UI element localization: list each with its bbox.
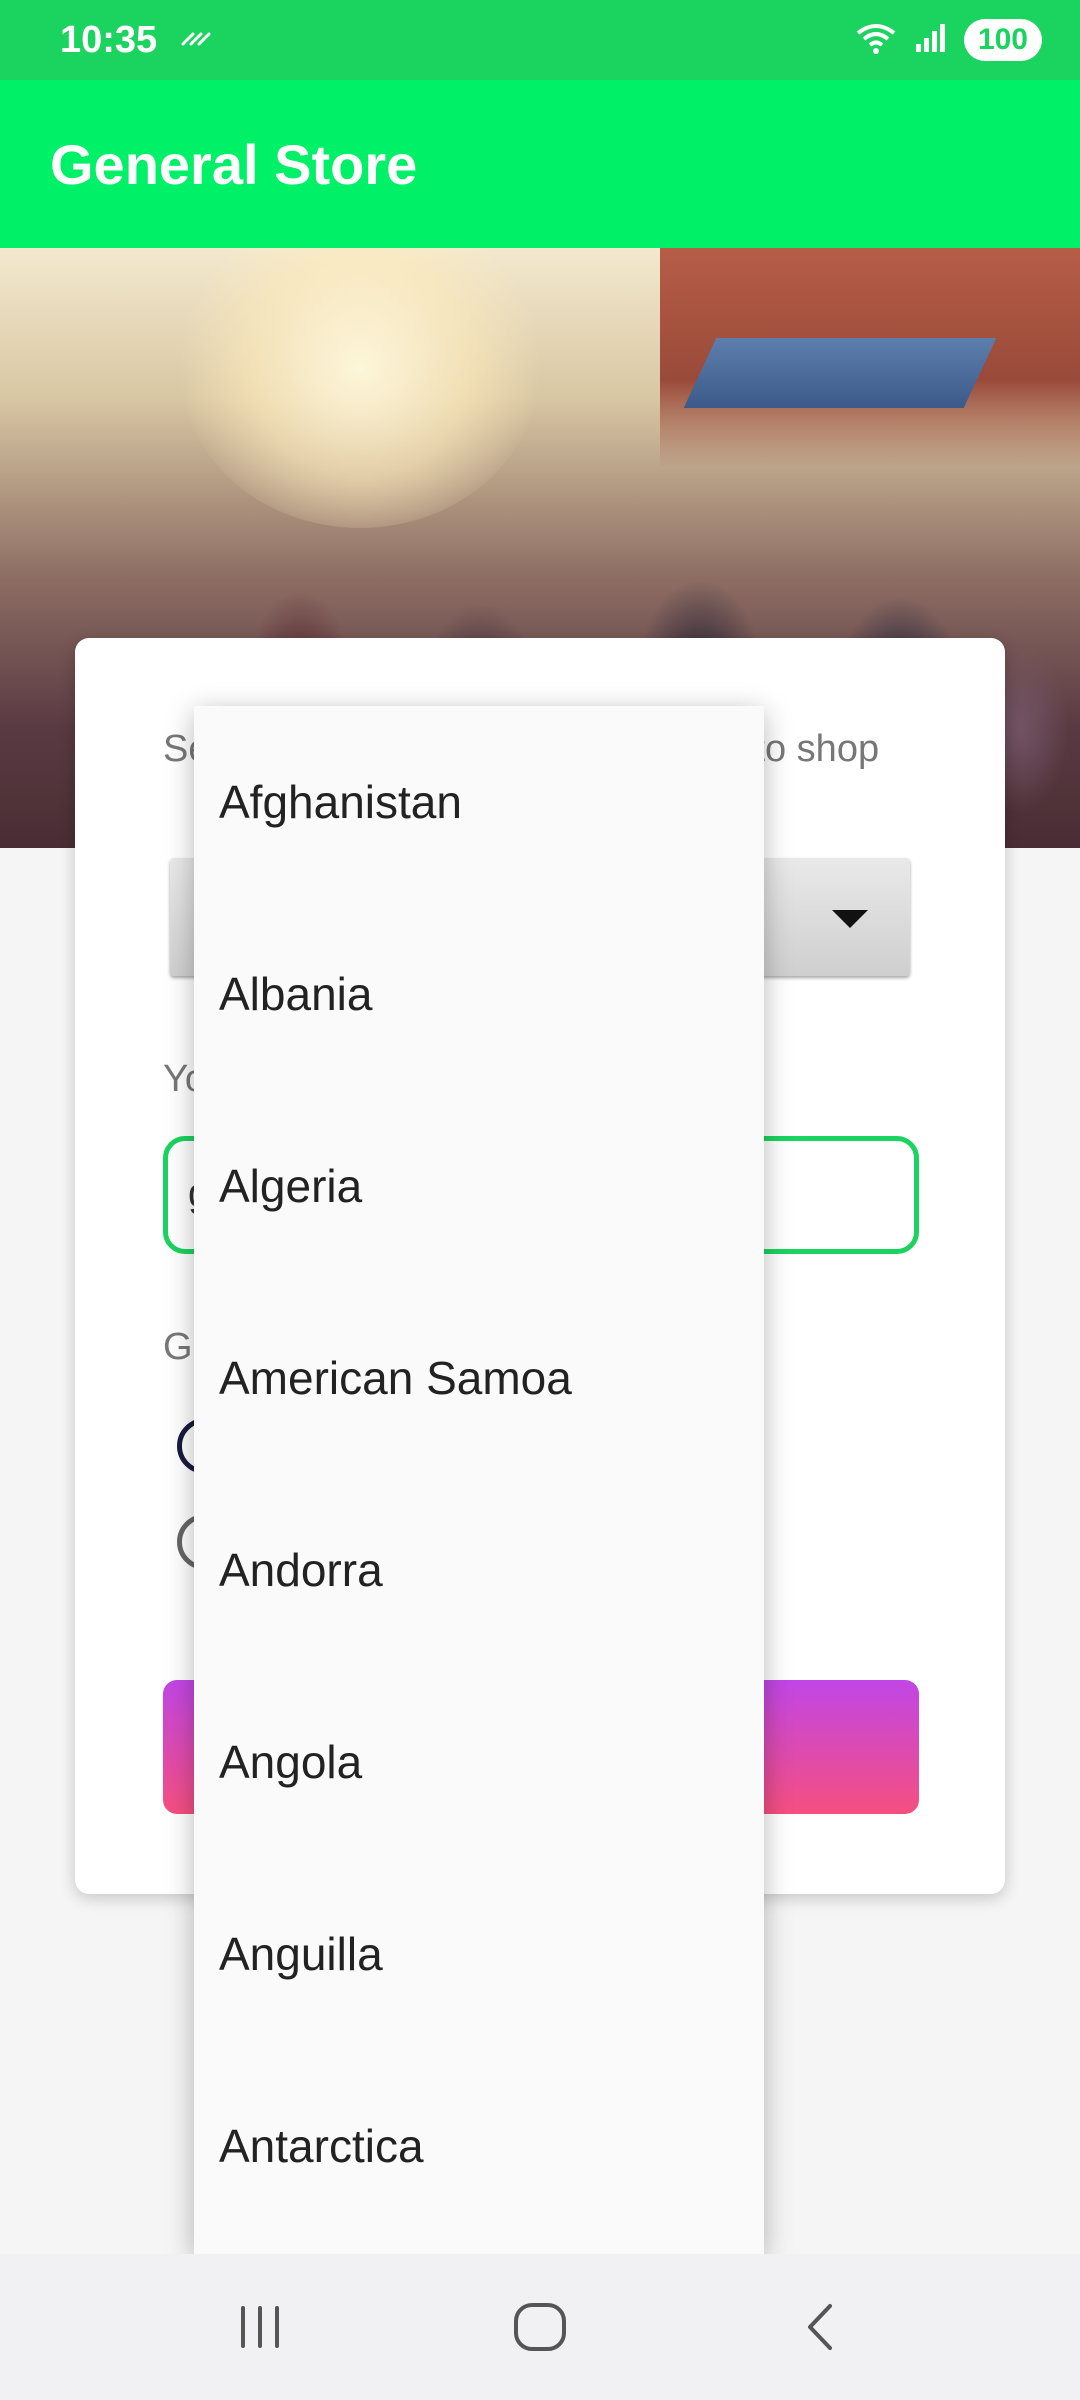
hero-awning bbox=[683, 338, 997, 408]
status-bar: 10:35 100 bbox=[0, 0, 1080, 80]
dropdown-item[interactable]: American Samoa bbox=[194, 1282, 764, 1474]
app-title: General Store bbox=[50, 132, 418, 196]
home-icon[interactable] bbox=[480, 2277, 600, 2377]
dropdown-arrow-icon bbox=[832, 910, 868, 928]
dropdown-item[interactable]: Algeria bbox=[194, 1090, 764, 1282]
status-right: 100 bbox=[854, 19, 1042, 61]
dropdown-item[interactable]: Andorra bbox=[194, 1474, 764, 1666]
status-left: 10:35 bbox=[60, 19, 213, 62]
back-icon[interactable] bbox=[760, 2277, 880, 2377]
dropdown-item[interactable]: Albania bbox=[194, 898, 764, 1090]
hero-sun-glow bbox=[180, 248, 540, 528]
dropdown-item[interactable]: Angola bbox=[194, 1666, 764, 1858]
status-time: 10:35 bbox=[60, 18, 158, 61]
wifi-icon bbox=[854, 21, 898, 60]
dropdown-item[interactable]: Afghanistan bbox=[194, 706, 764, 898]
dropdown-item[interactable]: Anguilla bbox=[194, 1858, 764, 2050]
recent-apps-icon[interactable] bbox=[200, 2277, 320, 2377]
signal-icon bbox=[914, 22, 948, 59]
dropdown-item[interactable]: Antarctica bbox=[194, 2050, 764, 2242]
navigation-bar bbox=[0, 2254, 1080, 2400]
battery-icon: 100 bbox=[963, 19, 1042, 61]
country-dropdown-list: Afghanistan Albania Algeria American Sam… bbox=[194, 706, 764, 2254]
wifi-calling-icon bbox=[179, 28, 213, 53]
app-bar: General Store bbox=[0, 80, 1080, 248]
screen: 10:35 100 General Store to shop Afghanis… bbox=[0, 0, 1080, 2400]
